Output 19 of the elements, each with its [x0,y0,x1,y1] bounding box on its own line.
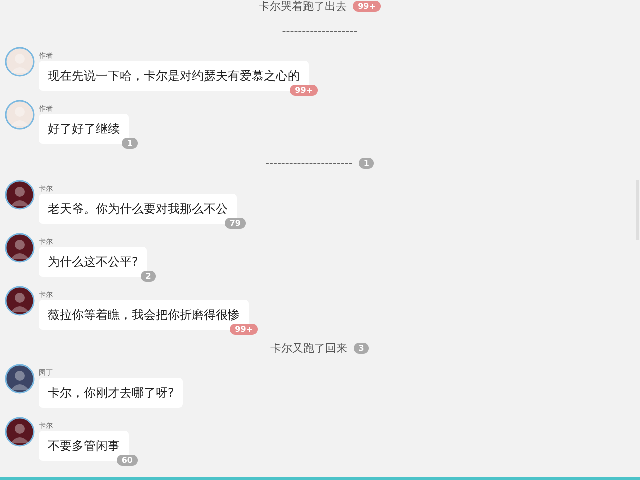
avatar-icon[interactable] [5,364,35,394]
comment-count[interactable]: 1 [122,138,138,149]
comment-count[interactable]: 99+ [230,324,258,335]
avatar-icon[interactable] [5,286,35,316]
comment-count[interactable]: 99+ [353,1,381,12]
comment-count[interactable]: 99+ [290,85,318,96]
narration-text: ------------------- [282,25,358,38]
avatar-icon[interactable] [5,417,35,447]
message-bubble: 卡尔，你刚才去哪了呀? [39,378,184,408]
comment-count[interactable]: 79 [224,218,246,229]
comment-count[interactable]: 2 [140,271,156,282]
narration-text: 卡尔哭着跑了出去 [259,0,348,14]
avatar-icon[interactable] [5,180,35,210]
comment-count[interactable]: 3 [354,343,370,354]
comment-count[interactable]: 1 [358,158,374,169]
narration-text: 卡尔又跑了回来 [270,341,348,356]
comment-count[interactable]: 60 [116,455,138,466]
narration-text: ---------------------- [266,157,353,170]
avatar-icon[interactable] [5,233,35,263]
